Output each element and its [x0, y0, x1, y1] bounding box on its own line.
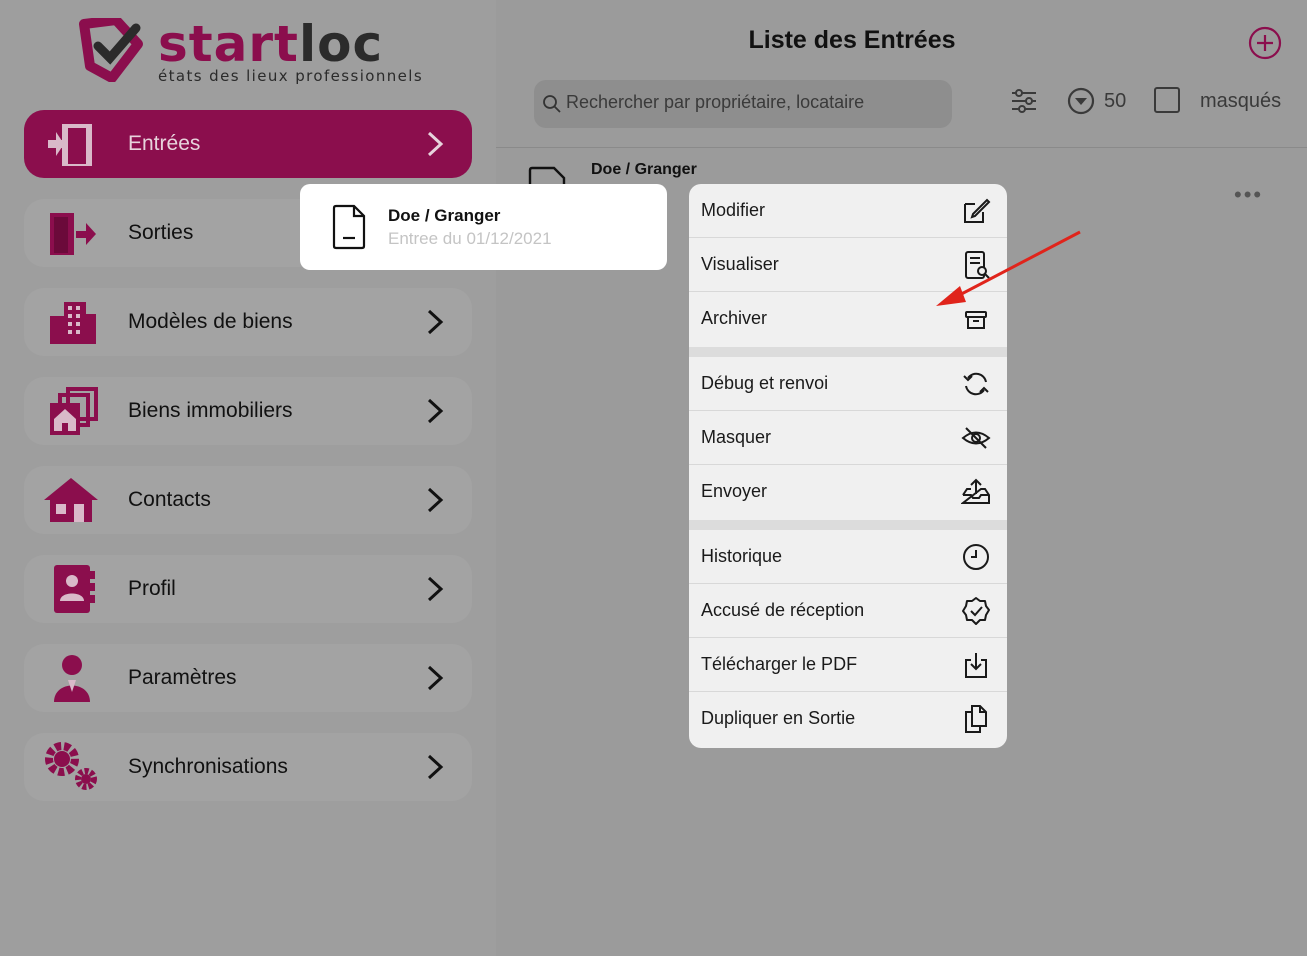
- menu-item-label: Visualiser: [701, 254, 779, 274]
- sidebar-item-label: Profil: [128, 577, 176, 600]
- menu-separator: [689, 347, 1007, 357]
- logo-wordmark: startloc: [158, 16, 383, 72]
- menu-separator: [689, 520, 1007, 530]
- sidebar-item-synchronisations[interactable]: Synchronisations: [24, 733, 472, 801]
- sidebar-item-biens[interactable]: Biens immobiliers: [24, 377, 472, 445]
- annotation-arrow-icon: [936, 230, 1081, 306]
- chevron-right-icon: [427, 309, 444, 335]
- preview-title: Doe / Granger: [388, 206, 501, 225]
- menu-item-label: Masquer: [701, 427, 772, 447]
- door-exit-icon: [50, 213, 96, 255]
- logo-main: start: [158, 15, 299, 73]
- logo-accent: loc: [298, 15, 384, 73]
- masked-label: masqués: [1200, 90, 1282, 112]
- chevron-right-icon: [427, 665, 444, 691]
- chevron-right-icon: [427, 487, 444, 513]
- menu-item-label: Envoyer: [701, 481, 768, 501]
- sync-arrows-icon: [963, 372, 989, 396]
- buildings-icon: [50, 302, 96, 344]
- entry-preview-card[interactable]: Doe / Granger Entree du 01/12/2021: [300, 184, 667, 270]
- verified-badge-icon: [962, 597, 990, 625]
- menu-item-envoyer[interactable]: Envoyer: [689, 465, 1007, 519]
- sidebar-item-entrees[interactable]: Entrées: [24, 110, 472, 178]
- eye-slash-icon: [961, 427, 991, 449]
- chevron-right-icon: [427, 398, 444, 424]
- sidebar-item-modeles[interactable]: Modèles de biens: [24, 288, 472, 356]
- masked-checkbox[interactable]: [1154, 87, 1180, 113]
- menu-item-masquer[interactable]: Masquer: [689, 411, 1007, 465]
- menu-item-telecharger[interactable]: Télécharger le PDF: [689, 638, 1007, 692]
- sidebar-item-label: Biens immobiliers: [128, 399, 293, 422]
- door-enter-icon: [48, 124, 92, 166]
- sidebar-item-label: Sorties: [128, 221, 194, 244]
- document-icon: [528, 166, 566, 186]
- menu-item-accuse[interactable]: Accusé de réception: [689, 584, 1007, 638]
- clock-icon: [963, 544, 989, 570]
- sidebar-item-label: Synchronisations: [128, 755, 288, 778]
- sidebar-item-label: Paramètres: [128, 666, 237, 689]
- document-icon: [332, 204, 366, 250]
- menu-item-label: Accusé de réception: [701, 600, 865, 620]
- logo-subtitle: états des lieux professionnels: [158, 67, 424, 85]
- sidebar-item-label: Entrées: [128, 132, 201, 155]
- startloc-logo: startloc états des lieux professionnels: [76, 16, 436, 88]
- menu-item-label: Débug et renvoi: [701, 373, 829, 393]
- gears-icon: [45, 742, 97, 790]
- menu-item-label: Historique: [701, 546, 783, 566]
- page-title: Liste des Entrées: [748, 26, 956, 54]
- download-icon: [965, 653, 987, 678]
- duplicate-documents-icon: [965, 705, 987, 733]
- add-circle-icon[interactable]: [1248, 26, 1282, 60]
- menu-item-label: Télécharger le PDF: [701, 654, 858, 674]
- sidebar-item-parametres[interactable]: Paramètres: [24, 644, 472, 712]
- chevron-right-icon: [427, 754, 444, 780]
- page-size-value[interactable]: 50: [1104, 90, 1126, 113]
- search-icon: [543, 95, 561, 113]
- menu-item-label: Archiver: [701, 308, 768, 328]
- contact-book-icon: [54, 565, 95, 613]
- upload-tray-icon: [961, 478, 990, 504]
- menu-item-dupliquer[interactable]: Dupliquer en Sortie: [689, 692, 1007, 746]
- search-bar[interactable]: [534, 80, 952, 128]
- menu-item-historique[interactable]: Historique: [689, 530, 1007, 584]
- menu-item-label: Dupliquer en Sortie: [701, 708, 856, 728]
- person-icon: [54, 655, 90, 702]
- filter-sliders-icon[interactable]: [1010, 88, 1038, 114]
- edit-icon: [964, 198, 991, 223]
- sidebar-item-contacts[interactable]: Contacts: [24, 466, 472, 534]
- sidebar: startloc états des lieux professionnels …: [0, 0, 496, 956]
- house-icon: [44, 478, 98, 522]
- divider: [496, 147, 1307, 148]
- search-input[interactable]: [566, 92, 946, 113]
- list-item-title[interactable]: Doe / Granger: [591, 161, 697, 179]
- sidebar-item-label: Contacts: [128, 488, 211, 511]
- preview-subtitle: Entree du 01/12/2021: [388, 229, 552, 248]
- more-options-icon[interactable]: •••: [1234, 182, 1263, 208]
- menu-item-label: Modifier: [701, 200, 766, 220]
- logo-mark-icon: [79, 18, 143, 82]
- dropdown-circle-icon[interactable]: [1066, 86, 1096, 116]
- houses-stack-icon: [50, 387, 98, 435]
- sidebar-item-label: Modèles de biens: [128, 310, 293, 333]
- menu-item-debug[interactable]: Débug et renvoi: [689, 357, 1007, 411]
- chevron-right-icon: [427, 131, 444, 157]
- sidebar-item-profil[interactable]: Profil: [24, 555, 472, 623]
- chevron-right-icon: [427, 576, 444, 602]
